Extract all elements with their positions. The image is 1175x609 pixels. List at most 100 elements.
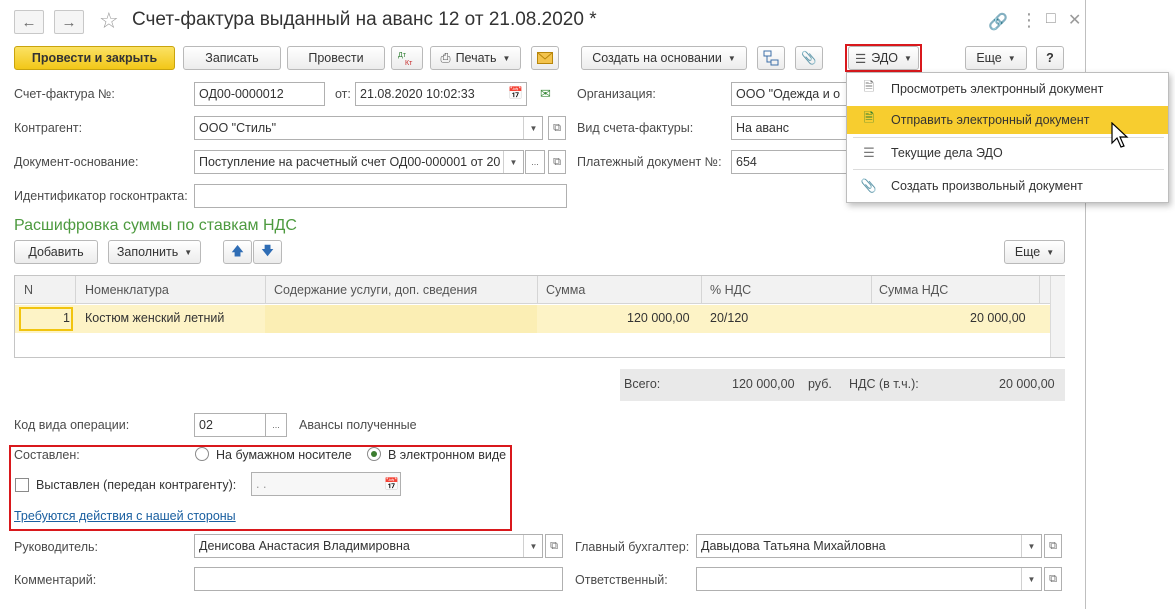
row-number: 1 <box>63 311 70 325</box>
create-based-on-button[interactable]: Создать на основании ▼ <box>581 46 747 70</box>
base-document-field[interactable]: Поступление на расчетный счет ОД00-00000… <box>194 150 524 174</box>
open-icon[interactable]: ⧉ <box>545 534 563 558</box>
gov-contract-field[interactable] <box>194 184 567 208</box>
save-button[interactable]: Записать <box>183 46 281 70</box>
column-header[interactable]: Сумма НДС <box>879 283 948 297</box>
operation-description: Авансы полученные <box>299 418 417 432</box>
arrow-up-icon: 🡅 <box>231 243 244 258</box>
forward-button[interactable]: → <box>54 10 84 34</box>
email-button[interactable] <box>531 46 559 70</box>
organization-label: Организация: <box>577 87 656 101</box>
table-header: N Номенклатура Содержание услуги, доп. с… <box>15 276 1064 304</box>
more-vertical-icon[interactable]: ⋮ <box>1020 10 1038 31</box>
table-scrollbar[interactable] <box>1050 276 1065 357</box>
svg-text:Дт: Дт <box>398 52 407 59</box>
menu-item-view-document[interactable]: 🗎 Просмотреть электронный документ <box>847 75 1168 103</box>
date-field[interactable]: 21.08.2020 10:02:33 <box>355 82 527 106</box>
operation-code-field[interactable]: 02 <box>194 413 266 437</box>
calendar-icon[interactable]: 📅 <box>384 477 399 491</box>
select-button[interactable]: ... <box>525 150 545 174</box>
payment-document-field[interactable]: 654 <box>731 150 849 174</box>
tasks-list-icon: ☰ <box>863 145 875 160</box>
print-button[interactable]: ⎙ Печать ▼ <box>430 46 521 70</box>
head-field[interactable]: Денисова Анастасия Владимировна <box>194 534 543 558</box>
issued-label[interactable]: Выставлен (передан контрагенту): <box>36 478 236 492</box>
issued-checkbox[interactable] <box>15 478 29 492</box>
dt-kt-button[interactable]: Дт Кт <box>391 46 423 70</box>
help-button[interactable]: ? <box>1036 46 1064 70</box>
invoice-type-field[interactable]: На аванс <box>731 116 849 140</box>
electronic-radio-label[interactable]: В электронном виде <box>388 448 506 462</box>
responsible-field[interactable] <box>696 567 1042 591</box>
link-icon[interactable]: 🔗 <box>988 12 1008 32</box>
table-row[interactable]: 1 Костюм женский летний 120 000,00 20/12… <box>15 305 1050 333</box>
post-and-close-button[interactable]: Провести и закрыть <box>14 46 175 70</box>
gov-contract-label: Идентификатор госконтракта: <box>14 189 188 203</box>
close-icon[interactable]: ✕ <box>1068 10 1081 30</box>
document-icon: 🗎 <box>863 79 875 94</box>
compiled-label: Составлен: <box>14 448 80 462</box>
fill-button[interactable]: Заполнить ▼ <box>108 240 201 264</box>
maximize-icon[interactable]: □ <box>1046 10 1056 28</box>
paper-radio[interactable] <box>195 447 209 461</box>
arrow-left-icon: ← <box>21 13 37 31</box>
check-document-icon: ✉ <box>540 86 551 101</box>
chevron-down-icon: ▼ <box>1007 53 1016 63</box>
move-up-button[interactable]: 🡅 <box>223 240 252 264</box>
open-icon[interactable]: ⧉ <box>548 150 566 174</box>
open-icon[interactable]: ⧉ <box>548 116 566 140</box>
more-button[interactable]: Еще ▼ <box>965 46 1027 70</box>
edo-highlight-frame <box>845 44 922 72</box>
column-header[interactable]: N <box>24 283 33 297</box>
accountant-label: Главный бухгалтер: <box>575 540 690 554</box>
organization-field[interactable]: ООО "Одежда и о <box>731 82 849 106</box>
counterparty-field[interactable]: ООО "Стиль" <box>194 116 543 140</box>
vat-section-title: Расшифровка суммы по ставкам НДС <box>14 217 297 234</box>
column-header[interactable]: Содержание услуги, доп. сведения <box>274 283 477 297</box>
column-header[interactable]: Сумма <box>546 283 585 297</box>
add-row-button[interactable]: Добавить <box>14 240 98 264</box>
column-header[interactable]: % НДС <box>710 283 751 297</box>
back-button[interactable]: ← <box>14 10 44 34</box>
electronic-radio[interactable] <box>367 447 381 461</box>
calendar-icon[interactable]: 📅 <box>508 86 523 100</box>
favorite-star-icon[interactable]: ☆ <box>99 8 119 34</box>
post-button[interactable]: Провести <box>287 46 385 70</box>
total-label: Всего: <box>624 377 661 391</box>
accountant-field[interactable]: Давыдова Татьяна Михайловна <box>696 534 1042 558</box>
arrow-right-icon: → <box>61 13 77 31</box>
chevron-down-icon[interactable]: ▼ <box>503 151 523 173</box>
base-document-label: Документ-основание: <box>14 155 139 169</box>
row-item: Костюм женский летний <box>85 311 225 325</box>
structure-button[interactable] <box>757 46 785 70</box>
total-currency: руб. <box>808 377 832 391</box>
chevron-down-icon[interactable]: ▼ <box>523 117 543 139</box>
menu-item-create-custom[interactable]: 📎 Создать произвольный документ <box>847 172 1168 200</box>
required-actions-link[interactable]: Требуются действия с нашей стороны <box>14 509 236 523</box>
vat-total-label: НДС (в т.ч.): <box>849 377 919 391</box>
chevron-down-icon[interactable]: ▼ <box>1021 568 1041 590</box>
chevron-down-icon: ▼ <box>502 53 511 63</box>
paper-radio-label[interactable]: На бумажном носителе <box>216 448 352 462</box>
open-icon[interactable]: ⧉ <box>1044 567 1062 591</box>
date-from-label: от: <box>335 87 351 101</box>
open-icon[interactable]: ⧉ <box>1044 534 1062 558</box>
attach-button[interactable]: 📎 <box>795 46 823 70</box>
table-more-button[interactable]: Еще ▼ <box>1004 240 1065 264</box>
move-down-button[interactable]: 🡇 <box>253 240 282 264</box>
comment-field[interactable] <box>194 567 563 591</box>
invoice-number-label: Счет-фактура №: <box>14 87 115 101</box>
invoice-number-field[interactable]: ОД00-0000012 <box>194 82 325 106</box>
select-button[interactable]: ... <box>265 413 287 437</box>
column-header[interactable]: Номенклатура <box>85 283 169 297</box>
arrow-down-icon: 🡇 <box>261 243 274 258</box>
chevron-down-icon[interactable]: ▼ <box>523 535 543 557</box>
chevron-down-icon[interactable]: ▼ <box>1021 535 1041 557</box>
total-value: 120 000,00 <box>732 377 795 391</box>
chevron-down-icon: ▼ <box>727 53 736 63</box>
operation-code-label: Код вида операции: <box>14 418 130 432</box>
chevron-down-icon: ▼ <box>184 247 193 257</box>
issued-date-field[interactable]: . . <box>251 472 401 496</box>
vat-total-value: 20 000,00 <box>999 377 1055 391</box>
mouse-cursor-icon <box>1111 122 1129 148</box>
